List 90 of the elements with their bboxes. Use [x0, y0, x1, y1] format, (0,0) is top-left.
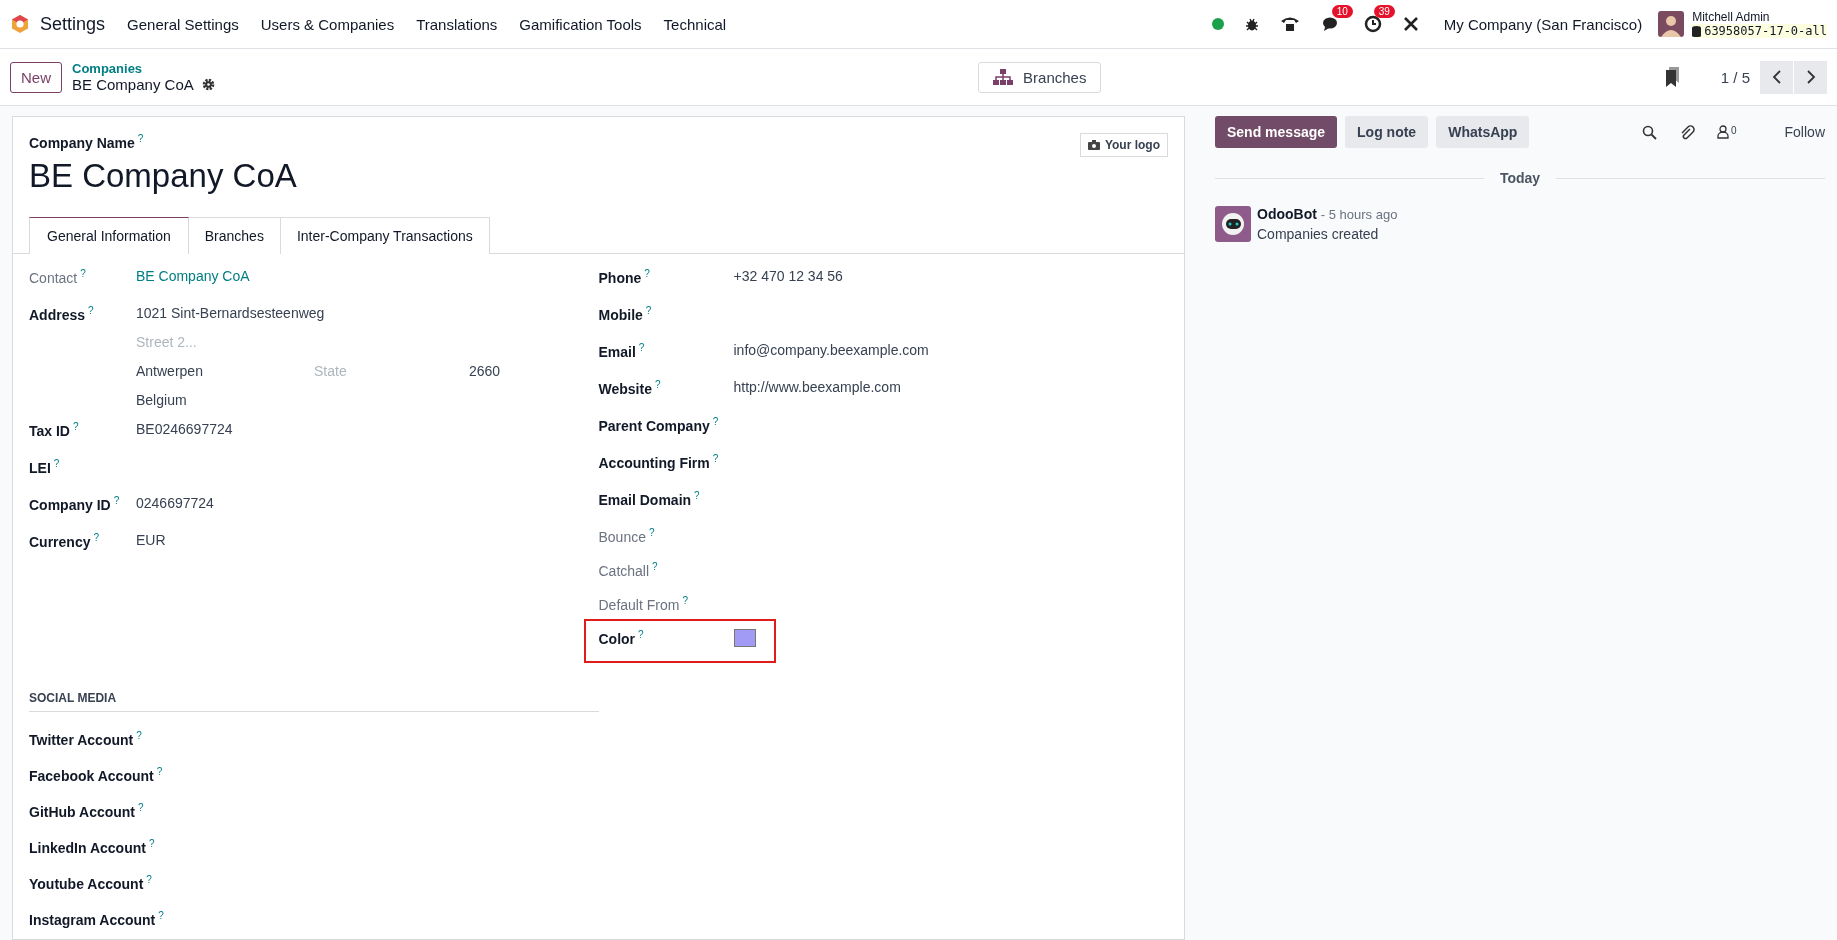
- field-label: LEI: [29, 459, 51, 476]
- help-tooltip[interactable]: ?: [138, 801, 144, 813]
- menu-item[interactable]: Gamification Tools: [519, 15, 642, 33]
- chatter-button[interactable]: Send message: [1215, 116, 1338, 148]
- pager-value[interactable]: 1 / 5: [1720, 68, 1750, 86]
- help-tooltip[interactable]: ?: [136, 729, 142, 741]
- date-separator: Today: [1499, 170, 1541, 186]
- follow-button[interactable]: Follow: [1784, 124, 1825, 140]
- field-label: Default From: [598, 596, 680, 613]
- message-author[interactable]: OdooBot: [1257, 206, 1317, 222]
- field-value[interactable]: +32 470 12 34 56: [733, 267, 843, 284]
- field-label: Website: [598, 380, 652, 397]
- logo-upload-button[interactable]: Your logo: [1079, 133, 1168, 157]
- field-label: Facebook Account: [29, 767, 154, 784]
- field-label: Address: [29, 306, 86, 323]
- help-tooltip[interactable]: ?: [53, 457, 60, 469]
- field-value[interactable]: info@company.beexample.com: [733, 341, 929, 358]
- field-label: Instagram Account: [29, 911, 156, 928]
- field-label: Mobile: [598, 306, 643, 323]
- field-value[interactable]: BE0246697724: [136, 420, 233, 437]
- menu-item[interactable]: Technical: [663, 15, 727, 33]
- app-title[interactable]: Settings: [40, 13, 106, 35]
- field-label: GitHub Account: [29, 803, 136, 820]
- chatter-button[interactable]: Log note: [1345, 116, 1429, 148]
- help-tooltip[interactable]: ?: [158, 909, 164, 921]
- help-tooltip[interactable]: ?: [638, 341, 645, 353]
- field-label: Youtube Account: [29, 875, 144, 892]
- field-label: Company Name: [29, 134, 135, 151]
- company-name-field[interactable]: BE Company CoA: [29, 156, 297, 195]
- help-tooltip[interactable]: ?: [712, 452, 719, 464]
- field-label: Color: [598, 630, 636, 647]
- help-tooltip[interactable]: ?: [645, 304, 652, 316]
- help-tooltip[interactable]: ?: [137, 133, 144, 144]
- help-tooltip[interactable]: ?: [652, 560, 658, 572]
- help-tooltip[interactable]: ?: [88, 304, 94, 316]
- company-switcher[interactable]: My Company (San Francisco): [1443, 15, 1643, 33]
- tab[interactable]: General Information: [29, 216, 189, 254]
- help-tooltip[interactable]: ?: [156, 765, 163, 777]
- follower-count: 0: [1730, 125, 1737, 136]
- field-value[interactable]: EUR: [136, 531, 166, 548]
- field-label: Company ID: [29, 496, 111, 513]
- message-time: - 5 hours ago: [1320, 207, 1398, 222]
- help-tooltip[interactable]: ?: [694, 489, 700, 501]
- field-label: Bounce: [598, 528, 646, 545]
- country-field[interactable]: Belgium: [136, 391, 566, 421]
- help-tooltip[interactable]: ?: [146, 873, 152, 885]
- field-label: Twitter Account: [29, 731, 134, 748]
- contact-link[interactable]: BE Company CoA: [136, 267, 250, 284]
- help-tooltip[interactable]: ?: [113, 494, 120, 506]
- city-field[interactable]: Antwerpen: [136, 362, 314, 392]
- help-tooltip[interactable]: ?: [649, 526, 655, 538]
- breadcrumb-link[interactable]: Companies: [72, 61, 215, 76]
- menu-item[interactable]: Users & Companies: [260, 15, 395, 33]
- menu-item[interactable]: Translations: [416, 15, 498, 33]
- help-tooltip[interactable]: ?: [644, 267, 650, 279]
- street-field[interactable]: 1021 Sint-Bernardsesteenweg: [136, 304, 566, 334]
- field-label: Tax ID: [29, 422, 70, 439]
- field-label: Email Domain: [598, 491, 692, 508]
- chatter-button[interactable]: WhatsApp: [1436, 116, 1530, 148]
- zip-field[interactable]: 2660: [469, 362, 566, 392]
- notification-badge: 39: [1373, 5, 1395, 18]
- field-label: Catchall: [598, 562, 650, 579]
- help-tooltip[interactable]: ?: [73, 420, 79, 432]
- help-tooltip[interactable]: ?: [80, 267, 86, 279]
- tab[interactable]: Branches: [188, 216, 281, 254]
- menu-item[interactable]: General Settings: [127, 15, 239, 33]
- field-label: LinkedIn Account: [29, 839, 146, 856]
- new-button[interactable]: New: [10, 61, 62, 93]
- field-value[interactable]: http://www.beexample.com: [733, 378, 901, 395]
- branches-button[interactable]: Branches: [978, 61, 1102, 93]
- notification-badge: 10: [1331, 5, 1353, 18]
- field-label: Accounting Firm: [598, 454, 710, 471]
- help-tooltip[interactable]: ?: [654, 378, 661, 390]
- help-tooltip[interactable]: ?: [148, 837, 155, 849]
- database-name: 63958057-17-0-all: [1704, 24, 1827, 38]
- help-tooltip[interactable]: ?: [638, 628, 644, 640]
- field-value[interactable]: 0246697724: [136, 494, 214, 511]
- field-label: Currency: [29, 533, 91, 550]
- tab[interactable]: Inter-Company Transactions: [280, 216, 490, 254]
- field-label: Email: [598, 343, 636, 360]
- help-tooltip[interactable]: ?: [712, 415, 719, 427]
- section-title: SOCIAL MEDIA: [29, 690, 599, 712]
- help-tooltip[interactable]: ?: [682, 594, 688, 606]
- user-name[interactable]: Mitchell Admin: [1692, 10, 1827, 24]
- help-tooltip[interactable]: ?: [93, 531, 100, 543]
- message-body: Companies created: [1257, 226, 1380, 242]
- field-label: Phone: [598, 269, 642, 286]
- field-label: Parent Company: [598, 417, 710, 434]
- breadcrumb-current: BE Company CoA: [72, 76, 194, 93]
- field-label: Contact: [29, 269, 78, 286]
